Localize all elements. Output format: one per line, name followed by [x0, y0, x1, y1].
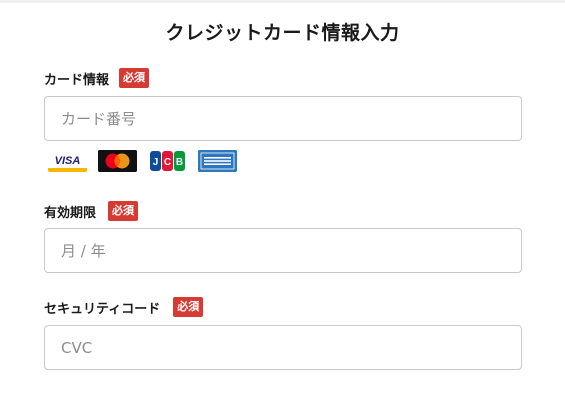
cvc-input[interactable] [44, 325, 522, 370]
required-badge: 必須 [173, 297, 204, 317]
svg-text:J: J [153, 157, 159, 168]
card-number-input[interactable] [44, 96, 522, 141]
card-brand-list: VISA J C B [48, 150, 237, 172]
required-badge: 必須 [119, 68, 150, 88]
mastercard-icon [98, 150, 137, 172]
page-title: クレジットカード情報入力 [165, 22, 400, 44]
expiry-label: 有効期限 [44, 205, 97, 221]
top-border [0, 0, 565, 3]
cvc-label-row: セキュリティコード 必須 [44, 297, 204, 317]
svg-text:VISA: VISA [55, 155, 81, 167]
required-badge: 必須 [108, 201, 139, 221]
cvc-label: セキュリティコード [44, 301, 161, 317]
card-info-label: カード情報 [44, 72, 110, 88]
jcb-icon: J C B [148, 150, 187, 172]
svg-text:B: B [176, 157, 183, 168]
expiry-input[interactable] [44, 228, 522, 273]
card-info-label-row: カード情報 必須 [44, 68, 150, 88]
visa-icon: VISA [48, 150, 87, 172]
svg-text:C: C [164, 157, 171, 168]
amex-icon [198, 150, 237, 172]
expiry-label-row: 有効期限 必須 [44, 201, 139, 221]
